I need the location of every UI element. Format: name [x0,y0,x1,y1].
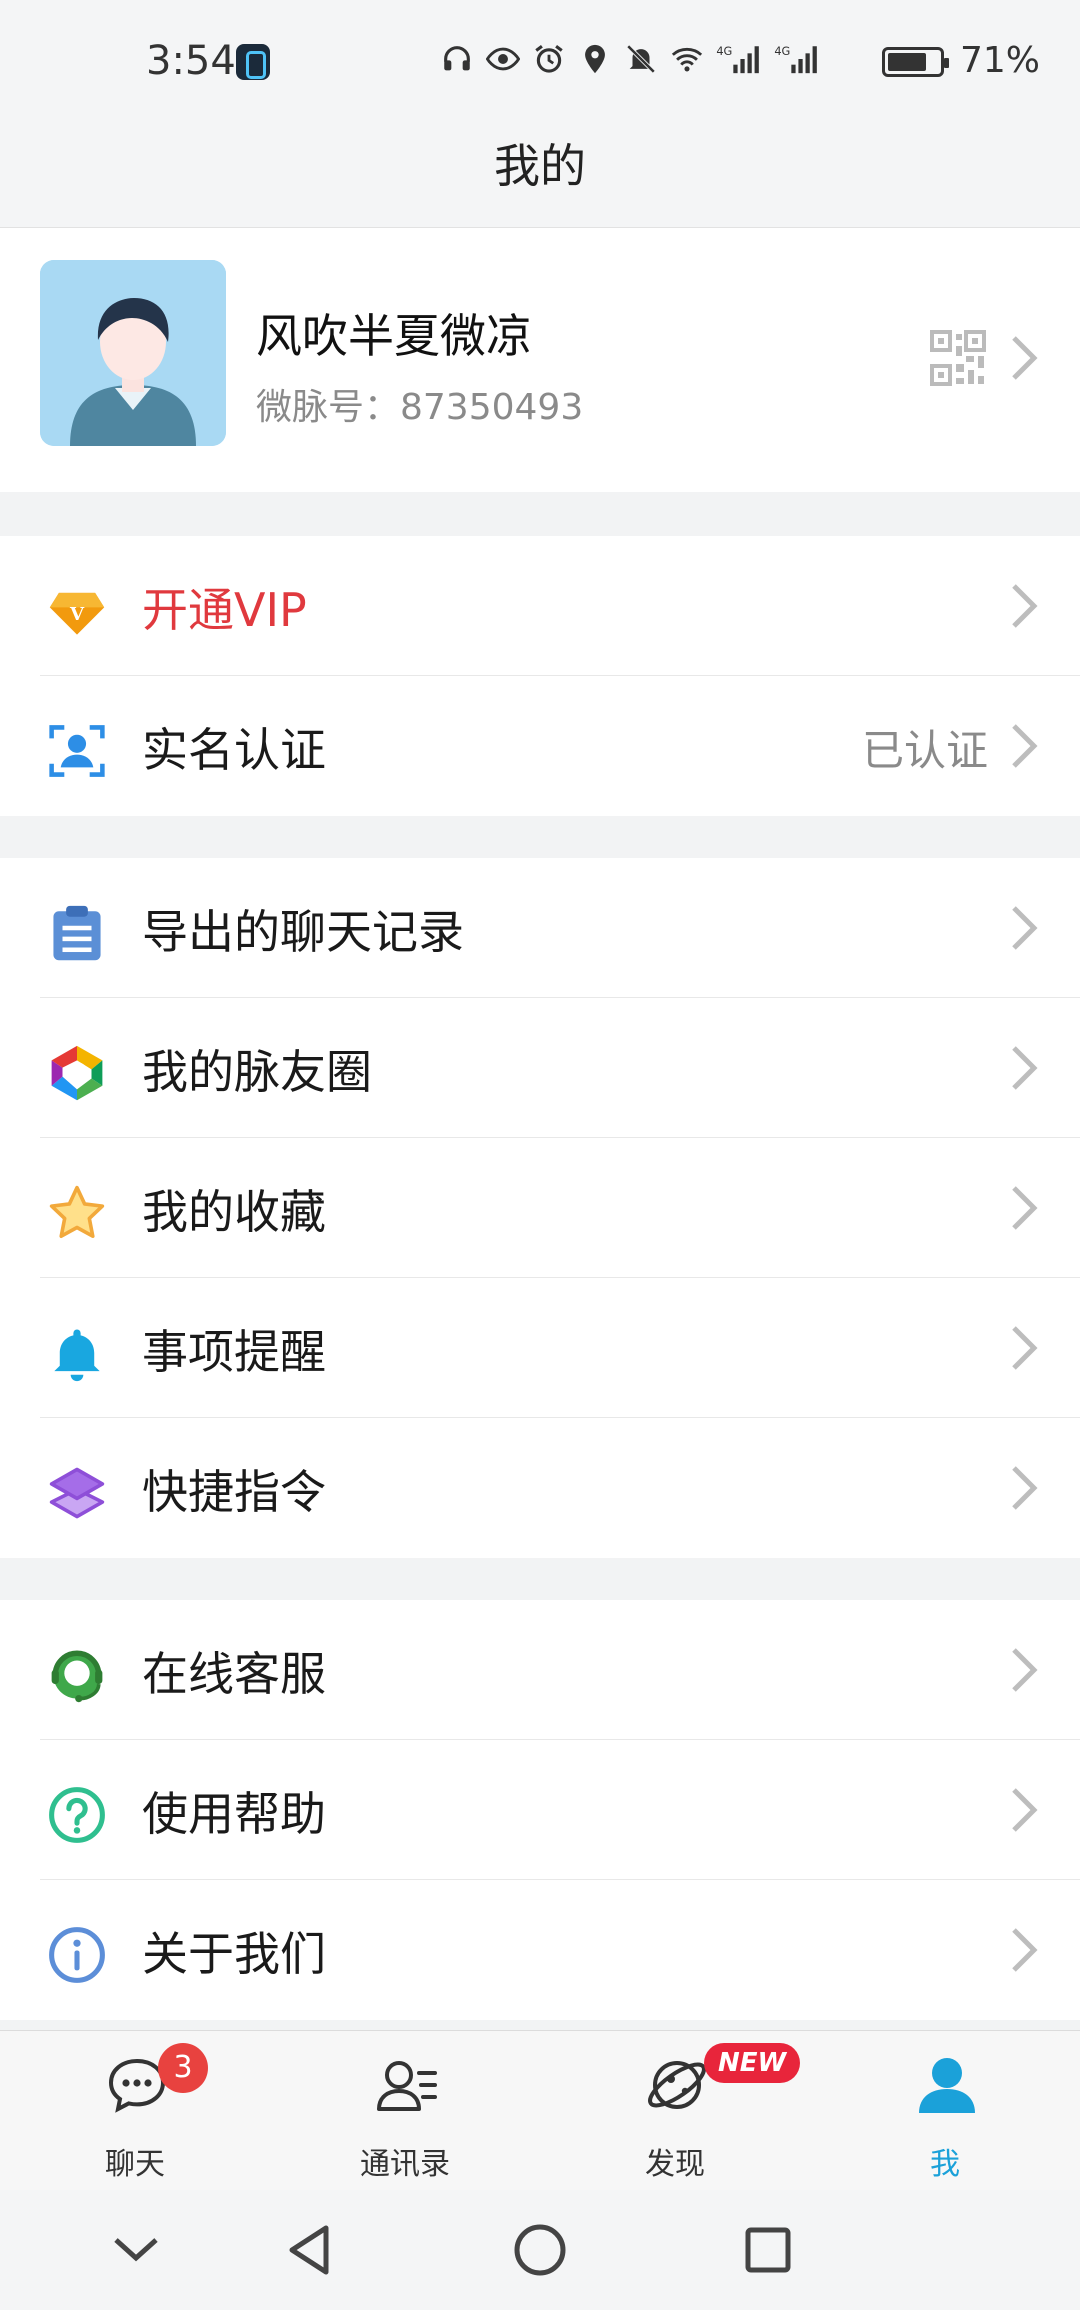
chevron-right-icon [1012,1186,1038,1230]
vip-diamond-icon: V [49,592,105,635]
question-icon [49,1787,105,1843]
clipboard-icon [53,905,101,961]
profile-card[interactable]: 风吹半夏微凉 微脉号：87350493 [0,228,1080,492]
profile-name: 风吹半夏微凉 [256,309,532,363]
menu-label: 事项提醒 [142,1325,326,1379]
system-navigation-bar [0,2190,1080,2310]
tab-label: 通讯录 [360,2147,450,2182]
aperture-icon [51,1045,103,1101]
recents-square-icon[interactable] [738,2220,798,2280]
bell-icon [54,1329,100,1382]
menu-label: 关于我们 [142,1927,326,1981]
menu-item-favorites[interactable]: 我的收藏 [0,1138,1080,1278]
home-circle-icon[interactable] [510,2220,570,2280]
chevron-right-icon [1012,1466,1038,1510]
menu-item-export-chats[interactable]: 导出的聊天记录 [0,858,1080,998]
menu-item-about[interactable]: 关于我们 [0,1880,1080,2020]
info-icon [49,1927,105,1983]
planet-icon [648,2061,706,2109]
profile-id: 微脉号：87350493 [256,387,584,428]
tab-discover[interactable]: NEW 发现 [540,2031,810,2191]
layers-icon [49,1467,105,1519]
headphones-icon [444,46,470,71]
chevron-right-icon [1012,584,1038,628]
menu-label: 导出的聊天记录 [142,905,464,959]
tab-me[interactable]: 我 [810,2031,1080,2191]
collapse-chevron-icon[interactable] [106,2220,166,2280]
verification-status: 已认证 [861,726,988,775]
menu-item-realname[interactable]: 实名认证 已认证 [0,676,1080,816]
menu-item-vip[interactable]: V 开通VIP [0,536,1080,676]
chevron-right-icon [1012,336,1038,380]
contacts-icon [377,2061,437,2111]
default-avatar-icon [40,260,226,446]
menu-label: 在线客服 [142,1647,326,1701]
tab-label: 聊天 [105,2147,165,2182]
menu-group-account: V 开通VIP 实名认证 已认证 [0,536,1080,816]
status-icons: 4G 4G [440,42,820,76]
signal-4g-icon: 4G [716,44,759,74]
page-title: 我的 [0,126,1080,228]
unread-badge: 3 [158,2043,208,2093]
menu-item-help[interactable]: 使用帮助 [0,1740,1080,1880]
chevron-right-icon [1012,906,1038,950]
svg-text:4G: 4G [774,44,790,58]
wifi-icon [671,47,703,72]
avatar[interactable] [40,260,226,446]
battery-icon [882,47,949,77]
alarm-icon [535,45,563,73]
menu-item-shortcuts[interactable]: 快捷指令 [0,1418,1080,1558]
location-icon [585,44,605,74]
back-triangle-icon[interactable] [280,2220,340,2280]
tab-label: 发现 [645,2147,705,2182]
app-notification-icon [236,44,270,80]
mute-icon [626,44,656,74]
new-badge: NEW [704,2043,801,2083]
menu-item-online-support[interactable]: 在线客服 [0,1600,1080,1740]
chevron-right-icon [1012,1788,1038,1832]
svg-text:V: V [69,604,85,625]
menu-label: 我的脉友圈 [142,1045,372,1099]
id-verify-icon [49,725,105,777]
chevron-right-icon [1012,724,1038,768]
tab-chat[interactable]: 3 聊天 [0,2031,270,2191]
signal-4g-icon: 4G [774,44,817,74]
chevron-right-icon [1012,1648,1038,1692]
menu-item-reminders[interactable]: 事项提醒 [0,1278,1080,1418]
chevron-right-icon [1012,1928,1038,1972]
bottom-tab-bar: 3 聊天 通讯录 NEW 发现 我 [0,2030,1080,2190]
menu-label: 我的收藏 [142,1185,326,1239]
tab-contacts[interactable]: 通讯录 [270,2031,540,2191]
chevron-right-icon [1012,1326,1038,1370]
menu-label: 实名认证 [142,723,326,777]
menu-group-support: 在线客服 使用帮助 关于我们 [0,1600,1080,2020]
menu-label: 快捷指令 [142,1465,326,1519]
menu-label: 开通VIP [142,583,307,637]
star-icon [49,1185,105,1239]
tab-label: 我 [930,2147,960,2182]
menu-item-moments[interactable]: 我的脉友圈 [0,998,1080,1138]
headset-agent-icon [51,1650,103,1703]
chevron-right-icon [1012,1046,1038,1090]
menu-label: 使用帮助 [142,1787,326,1841]
person-icon [919,2058,975,2113]
svg-text:4G: 4G [716,44,732,58]
menu-group-features: 导出的聊天记录 我的脉友圈 我的收藏 事项提醒 快捷指令 [0,858,1080,1558]
eye-icon [486,47,520,71]
battery-percentage: 71% [959,40,1040,81]
status-time: 3:54 [146,38,236,84]
status-bar: 3:54 4G 4G 71% [0,0,1080,126]
qr-code-icon[interactable] [930,330,986,386]
